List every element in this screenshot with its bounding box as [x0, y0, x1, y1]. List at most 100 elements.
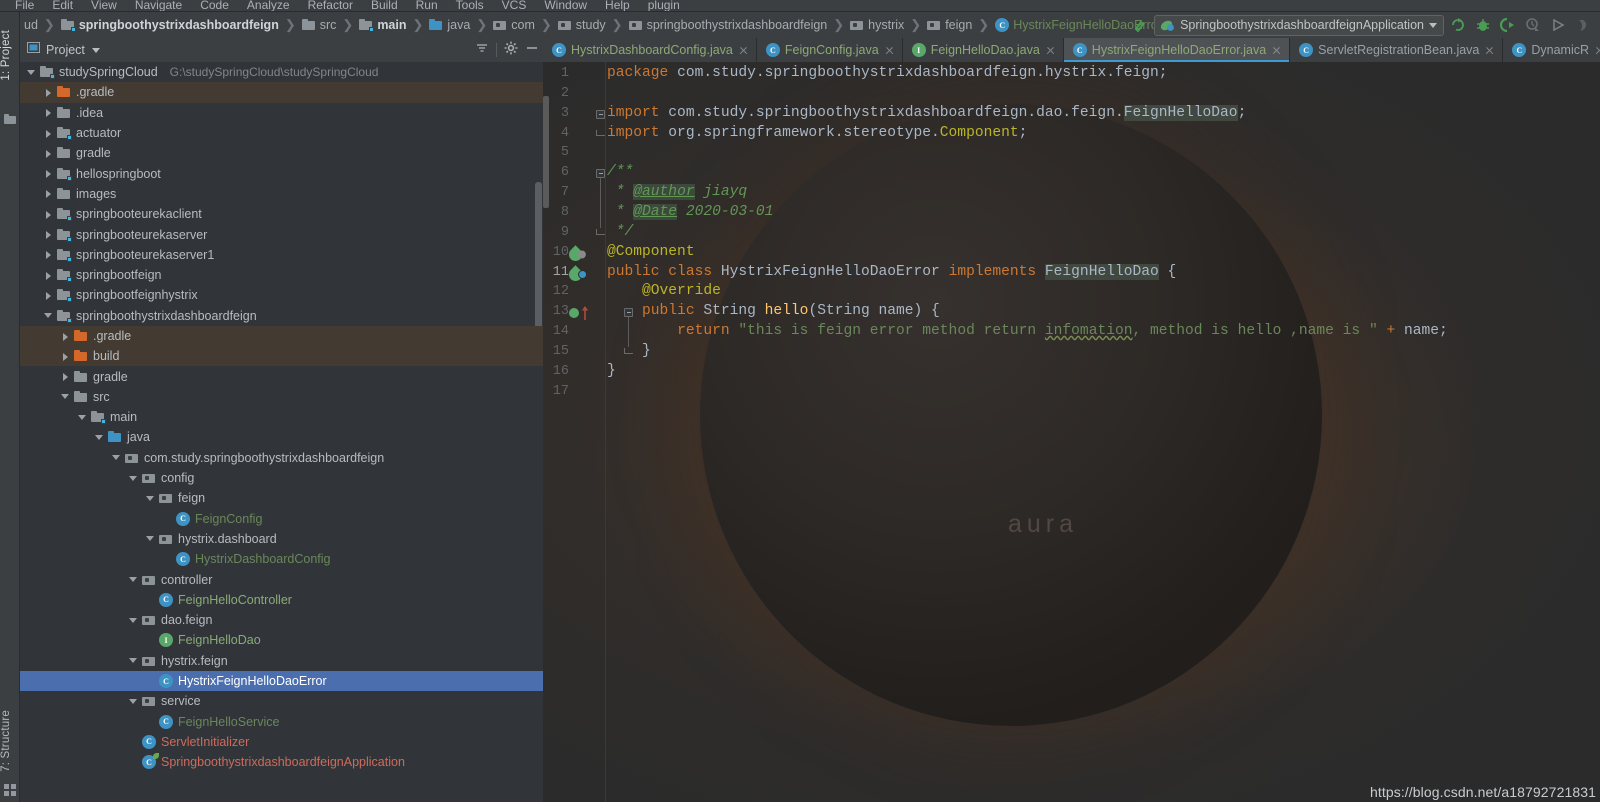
tree-row[interactable]: main [20, 407, 543, 427]
breadcrumb-item-springboothystrixdashboardfeign[interactable]: springboothystrixdashboardfeign [59, 15, 281, 35]
close-icon[interactable] [1484, 45, 1495, 56]
chevron-down-icon[interactable] [43, 310, 54, 321]
menu-item-tools[interactable]: Tools [447, 0, 493, 11]
tree-row[interactable]: service [20, 691, 543, 711]
chevron-down-icon[interactable] [77, 412, 88, 423]
code-content[interactable]: package com.study.springboothystrixdashb… [607, 62, 1600, 802]
chevron-right-icon[interactable] [43, 168, 54, 179]
chevron-right-icon[interactable] [43, 128, 54, 139]
project-tree[interactable]: studySpringCloud G:\studySpringCloud\stud… [20, 62, 543, 802]
fold-collapse-icon[interactable] [596, 109, 605, 119]
chevron-right-icon[interactable] [43, 209, 54, 220]
breadcrumb-item-java[interactable]: java [427, 15, 472, 35]
implementing-method-gutter-icon[interactable] [569, 308, 579, 319]
breadcrumb-item-hystrix[interactable]: hystrix [848, 15, 906, 35]
chevron-right-icon[interactable] [43, 107, 54, 118]
menu-item-refactor[interactable]: Refactor [299, 0, 362, 11]
run-with-coverage-button[interactable] [1497, 14, 1519, 36]
tree-row[interactable]: studySpringCloud G:\studySpringCloud\stud… [20, 62, 543, 82]
close-icon[interactable] [1045, 45, 1056, 56]
fold-end-icon[interactable] [596, 228, 605, 235]
chevron-right-icon[interactable] [43, 290, 54, 301]
make-project-icon[interactable] [1129, 14, 1151, 36]
tree-row[interactable]: C FeignConfig [20, 509, 543, 529]
chevron-down-icon[interactable] [128, 696, 139, 707]
chevron-down-icon[interactable] [60, 391, 71, 402]
chevron-down-icon[interactable] [145, 493, 156, 504]
tool-window-tab-project[interactable]: 1: Project [0, 30, 20, 81]
tree-row[interactable]: C FeignHelloController [20, 590, 543, 610]
tree-row[interactable]: springbooteurekaclient [20, 204, 543, 224]
menu-item-help[interactable]: Help [596, 0, 639, 11]
tree-row[interactable]: actuator [20, 123, 543, 143]
tree-row[interactable]: hystrix.feign [20, 651, 543, 671]
fold-end-icon[interactable] [624, 347, 633, 354]
menu-item-build[interactable]: Build [362, 0, 407, 11]
chevron-down-icon[interactable] [94, 432, 105, 443]
chevron-right-icon[interactable] [43, 148, 54, 159]
hide-panel-icon[interactable] [525, 41, 539, 60]
breadcrumb-item-springboothystrixdashboardfeign[interactable]: springboothystrixdashboardfeign [627, 15, 830, 35]
chevron-down-icon[interactable] [128, 615, 139, 626]
close-icon[interactable] [884, 45, 895, 56]
project-view-chevron-icon[interactable] [91, 47, 100, 53]
menu-item-analyze[interactable]: Analyze [238, 0, 299, 11]
chevron-down-icon[interactable] [26, 67, 37, 78]
tree-row[interactable]: I FeignHelloDao [20, 630, 543, 650]
tree-row[interactable]: springbootfeignhystrix [20, 285, 543, 305]
code-editor[interactable]: aura 1 2 3 4 5 6 7 8 9 10 11 12 13 14 15 16 17 package c… [543, 62, 1600, 802]
tree-row[interactable]: config [20, 468, 543, 488]
breadcrumb-item-com[interactable]: com [491, 15, 537, 35]
tree-row[interactable]: controller [20, 569, 543, 589]
menu-item-plugin[interactable]: plugin [639, 0, 689, 11]
implements-arrow-icon[interactable] [581, 306, 589, 321]
tree-row[interactable]: images [20, 184, 543, 204]
breadcrumb-item-feign[interactable]: feign [925, 15, 974, 35]
editor-tab-servletregistrationbean[interactable]: C ServletRegistrationBean.java [1290, 38, 1504, 62]
tree-row[interactable]: .gradle [20, 325, 543, 347]
tree-row[interactable]: C HystrixDashboardConfig [20, 549, 543, 569]
tree-row[interactable]: springboothystrixdashboardfeign [20, 306, 543, 326]
spring-bean-gutter-icon[interactable] [566, 244, 586, 264]
debug-button[interactable] [1472, 14, 1494, 36]
chevron-down-icon[interactable] [1429, 22, 1437, 28]
tree-row[interactable]: com.study.springboothystrixdashboardfeig… [20, 448, 543, 468]
chevron-right-icon[interactable] [60, 351, 71, 362]
chevron-right-icon[interactable] [43, 188, 54, 199]
tree-row[interactable]: src [20, 387, 543, 407]
menu-item-view[interactable]: View [82, 0, 126, 11]
chevron-down-icon[interactable] [128, 574, 139, 585]
tree-row[interactable]: C SpringboothystrixdashboardfeignApplicat… [20, 752, 543, 772]
fold-collapse-icon[interactable] [596, 169, 605, 179]
editor-tab-hystrixfeignhellodaoerror[interactable]: C HystrixFeignHelloDaoError.java [1063, 38, 1291, 62]
run-configuration-selector[interactable]: SpringboothystrixdashboardfeignApplicati… [1154, 14, 1444, 36]
stop-button[interactable] [1572, 14, 1594, 36]
tree-row[interactable]: feign [20, 488, 543, 508]
gear-icon[interactable] [504, 41, 518, 60]
chevron-down-icon[interactable] [145, 533, 156, 544]
breadcrumb-item-study[interactable]: study [556, 15, 608, 35]
tree-row[interactable]: gradle [20, 366, 543, 386]
tree-row[interactable]: dao.feign [20, 610, 543, 630]
tree-row[interactable]: build [20, 346, 543, 367]
chevron-down-icon[interactable] [128, 655, 139, 666]
close-icon[interactable] [1271, 45, 1282, 56]
menu-item-vcs[interactable]: VCS [493, 0, 536, 11]
chevron-right-icon[interactable] [60, 371, 71, 382]
chevron-right-icon[interactable] [43, 249, 54, 260]
chevron-right-icon[interactable] [43, 270, 54, 281]
spring-bean-gutter-icon[interactable] [566, 264, 588, 284]
tree-row[interactable]: gradle [20, 143, 543, 163]
tree-row[interactable]: springbootfeign [20, 265, 543, 285]
fold-collapse-icon[interactable] [624, 308, 633, 318]
menu-item-code[interactable]: Code [191, 0, 238, 11]
tree-row[interactable]: hellospringboot [20, 163, 543, 183]
editor-tab-feignhellodao[interactable]: I FeignHelloDao.java [903, 38, 1064, 62]
tree-row[interactable]: C FeignHelloService [20, 712, 543, 732]
editor-tab-dynamicr[interactable]: C DynamicR [1503, 38, 1600, 62]
tree-row[interactable]: .idea [20, 103, 543, 123]
rerun-button[interactable] [1447, 14, 1469, 36]
menu-item-file[interactable]: File [6, 0, 43, 11]
breadcrumb-item-main[interactable]: main [357, 15, 408, 35]
collapse-all-icon[interactable] [475, 41, 489, 60]
